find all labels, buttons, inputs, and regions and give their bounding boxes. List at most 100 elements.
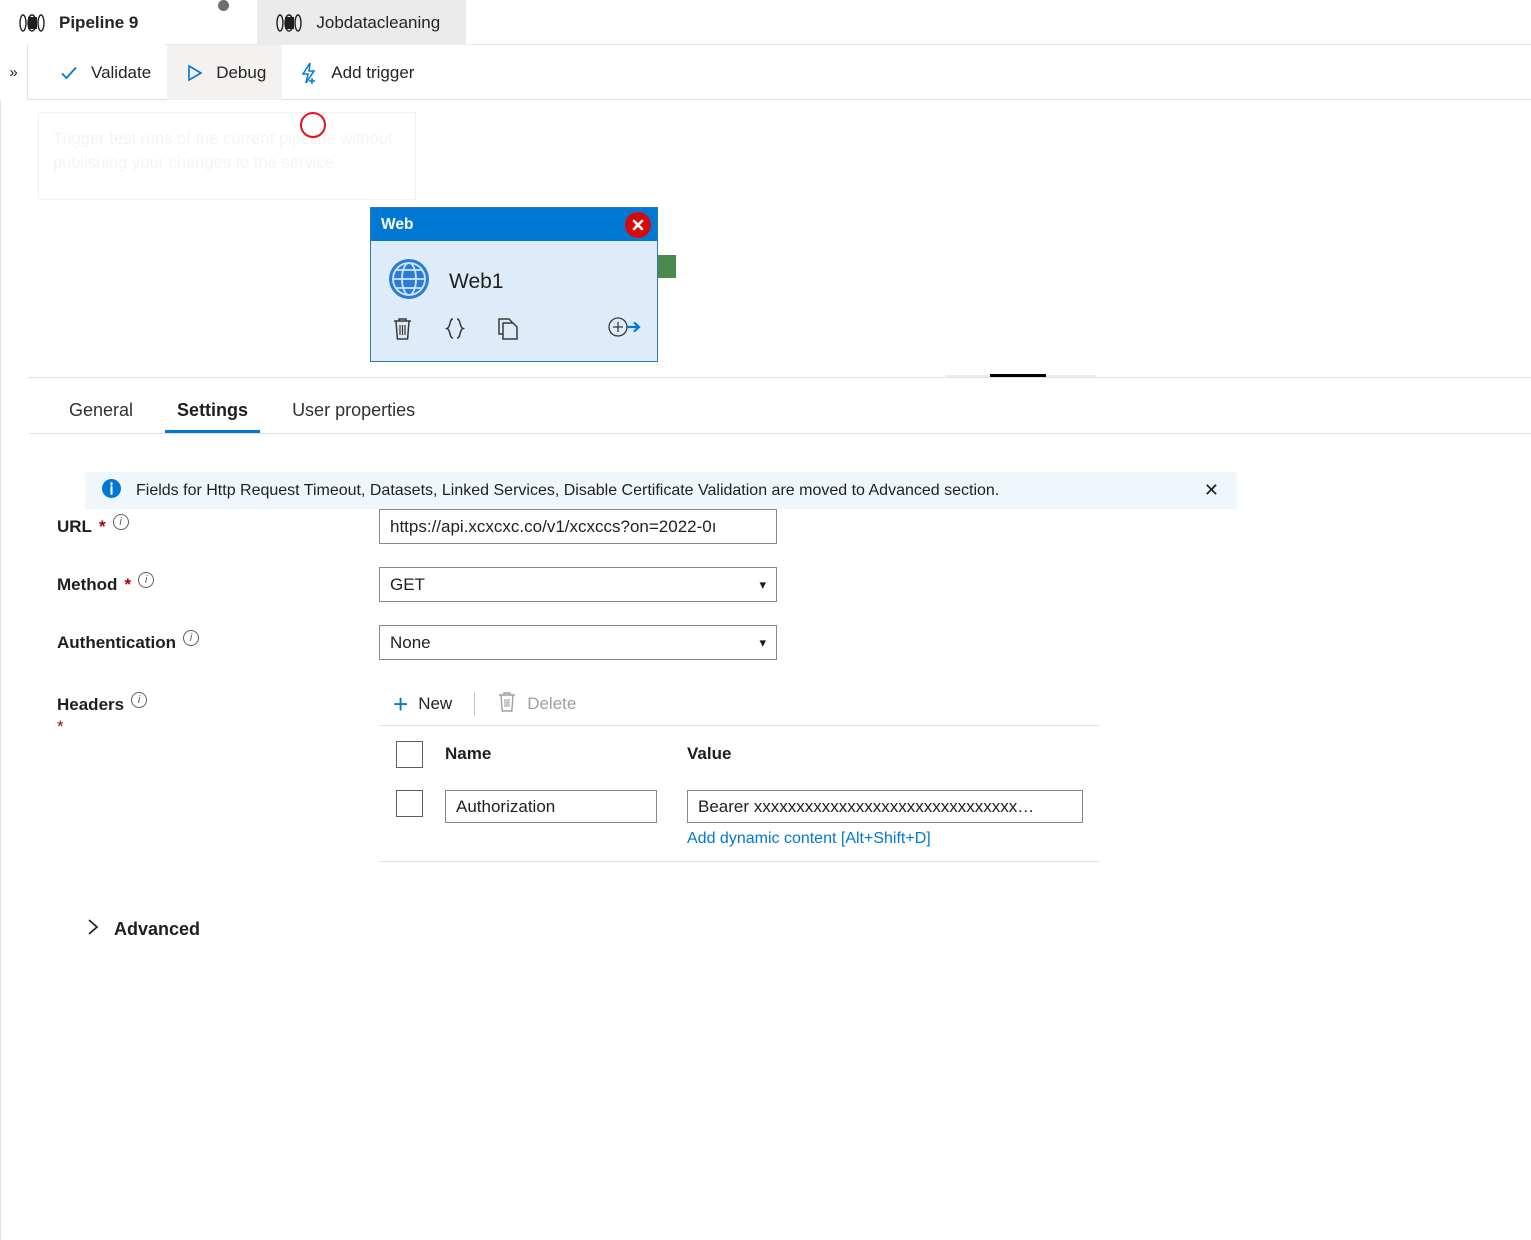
header-value-input[interactable]: Bearer xxxxxxxxxxxxxxxxxxxxxxxxxxxxxxx… — [687, 790, 1083, 823]
info-icon[interactable]: i — [138, 572, 155, 588]
tab-settings-label: Settings — [177, 400, 249, 420]
activity-error-icon[interactable] — [625, 211, 651, 238]
add-trigger-label: Add trigger — [331, 62, 415, 82]
trash-icon — [497, 691, 517, 718]
delete-header-label: Delete — [527, 694, 577, 713]
headers-label: Headers — [57, 695, 125, 714]
select-all-checkbox[interactable] — [396, 740, 423, 768]
toolbar-divider — [474, 692, 476, 716]
authentication-value: None — [390, 633, 431, 652]
headers-grid-block: + New Delete Name Value Authorization Be… — [379, 683, 1099, 862]
close-icon[interactable]: ✕ — [1198, 480, 1225, 501]
activity-properties-pane: General Settings User properties Fields … — [29, 378, 1531, 1240]
tab-user-properties[interactable]: User properties — [280, 400, 427, 433]
method-row: Method * i GET ▾ — [29, 567, 1531, 605]
select-all-cell — [379, 740, 445, 768]
document-tab-jobdatacleaning[interactable]: Jobdatacleaning — [257, 0, 467, 45]
header-value-cell: Bearer xxxxxxxxxxxxxxxxxxxxxxxxxxxxxxx… … — [687, 790, 1099, 848]
tab-general-label: General — [69, 400, 134, 420]
headers-label-group: Headers i — [29, 683, 379, 715]
column-header-value: Value — [687, 744, 732, 763]
url-label: URL — [57, 517, 92, 536]
column-header-name: Name — [445, 744, 492, 763]
method-select[interactable]: GET ▾ — [379, 567, 777, 602]
headers-row: Headers i * + New Delete Name Value Auth… — [29, 683, 1531, 862]
method-value: GET — [390, 575, 425, 594]
tab-general[interactable]: General — [57, 400, 145, 433]
debug-tooltip-text: Trigger test runs of the current pipelin… — [53, 130, 393, 172]
activity-type-label: Web — [381, 215, 414, 233]
activity-header: Web — [371, 208, 657, 241]
activity-failure-marker — [300, 112, 326, 138]
new-header-label: New — [418, 694, 453, 713]
validate-button[interactable]: Validate — [42, 45, 167, 100]
web-globe-icon — [387, 257, 431, 306]
tab-settings[interactable]: Settings — [165, 400, 261, 433]
add-trigger-button[interactable]: Add trigger — [282, 45, 430, 100]
url-input[interactable]: https://api.xcxcxc.co/v1/xcxccs?on=2022-… — [379, 509, 777, 544]
clone-activity-icon[interactable] — [496, 316, 520, 346]
document-tab-strip: Pipeline 9 Jobdatacleaning — [0, 0, 1531, 45]
pipeline-icon — [18, 13, 46, 33]
activity-name: Web1 — [449, 269, 504, 293]
method-label: Method — [57, 575, 118, 594]
command-bar: » Validate Debug Add trigger — [0, 45, 1531, 100]
unsaved-changes-dot — [218, 0, 230, 11]
chevron-down-icon: ▾ — [759, 635, 766, 650]
activity-body: Web1 — [371, 241, 657, 306]
activity-success-port[interactable] — [658, 255, 676, 278]
validate-label: Validate — [91, 62, 152, 82]
play-icon — [183, 62, 205, 84]
authentication-label: Authentication — [57, 633, 176, 652]
document-tab-label: Jobdatacleaning — [316, 12, 441, 32]
advanced-section-toggle[interactable]: Advanced — [86, 918, 200, 940]
document-tab-label: Pipeline 9 — [59, 12, 139, 32]
settings-form: URL * i https://api.xcxcxc.co/v1/xcxccs?… — [29, 509, 1531, 882]
delete-activity-icon[interactable] — [391, 316, 414, 346]
code-activity-icon[interactable] — [443, 316, 467, 346]
add-output-icon[interactable] — [607, 316, 641, 343]
web-activity-node[interactable]: Web Web1 — [370, 207, 658, 362]
required-marker: * — [98, 517, 106, 536]
pipeline-icon — [275, 13, 303, 33]
required-marker: * — [57, 717, 64, 736]
authentication-select[interactable]: None ▾ — [379, 625, 777, 660]
chevron-down-icon: ▾ — [759, 577, 766, 592]
debug-button[interactable]: Debug — [167, 45, 283, 100]
pipeline-canvas[interactable]: Trigger test runs of the current pipelin… — [28, 100, 1531, 378]
authentication-label-group: Authentication i — [29, 625, 379, 653]
document-tab-pipeline-9[interactable]: Pipeline 9 — [0, 0, 165, 45]
headers-grid-header: Name Value — [379, 726, 1099, 782]
plus-icon: + — [393, 689, 409, 719]
method-label-group: Method * i — [29, 567, 379, 595]
authentication-row: Authentication i None ▾ — [29, 625, 1531, 663]
headers-toolbar: + New Delete — [379, 683, 1099, 725]
notice-message: Fields for Http Request Timeout, Dataset… — [136, 481, 1000, 499]
lightning-bolt-icon — [298, 62, 320, 84]
header-name-input[interactable]: Authorization — [445, 790, 657, 823]
table-row: Authorization Bearer xxxxxxxxxxxxxxxxxxx… — [379, 782, 1099, 848]
double-chevron-right-icon[interactable]: » — [0, 45, 28, 100]
advanced-label: Advanced — [114, 918, 201, 939]
url-row: URL * i https://api.xcxcxc.co/v1/xcxccs?… — [29, 509, 1531, 547]
properties-tab-list: General Settings User properties — [29, 378, 1531, 434]
tab-user-properties-label: User properties — [292, 400, 416, 420]
info-icon[interactable]: i — [112, 514, 129, 530]
required-marker: * — [124, 575, 132, 594]
delete-header-button[interactable]: Delete — [483, 687, 590, 721]
info-icon[interactable]: i — [183, 630, 199, 646]
row-select-cell — [379, 790, 445, 817]
chevron-right-icon — [86, 918, 100, 940]
new-header-button[interactable]: + New — [379, 687, 466, 721]
debug-label: Debug — [216, 62, 267, 82]
url-label-group: URL * i — [29, 509, 379, 537]
row-checkbox[interactable] — [396, 790, 423, 817]
activity-action-bar — [371, 306, 657, 346]
headers-grid: Name Value Authorization Bearer xxxxxxxx… — [379, 725, 1099, 862]
info-icon[interactable]: i — [131, 692, 148, 708]
advanced-section-notice: Fields for Http Request Timeout, Dataset… — [85, 472, 1237, 509]
info-icon — [101, 478, 122, 504]
header-name-cell: Authorization — [445, 790, 687, 823]
add-dynamic-content-link[interactable]: Add dynamic content [Alt+Shift+D] — [687, 830, 1099, 848]
checkmark-icon — [58, 62, 80, 84]
